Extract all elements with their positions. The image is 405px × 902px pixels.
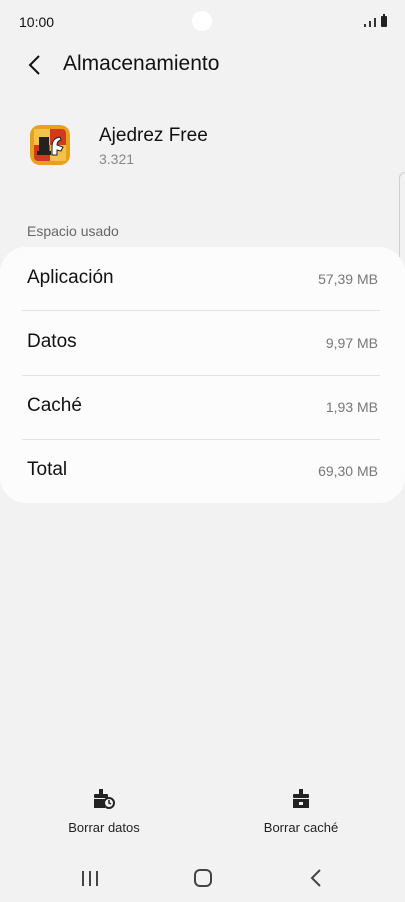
row-label: Total: [27, 459, 68, 480]
clear-cache-icon: [293, 789, 309, 808]
app-name: Ajedrez Free: [99, 125, 208, 146]
storage-row-cache: Caché 1,93 MB: [0, 375, 405, 439]
row-label: Caché: [27, 395, 82, 416]
signal-bar-icon: [369, 21, 371, 27]
storage-card: Aplicación 57,39 MB Datos 9,97 MB Caché …: [0, 247, 405, 503]
status-bar: 10:00: [0, 0, 405, 44]
recents-button[interactable]: [70, 864, 110, 892]
app-bar: Almacenamiento: [0, 46, 405, 86]
status-icons: [364, 14, 387, 27]
battery-icon: [381, 14, 387, 27]
storage-row-total: Total 69,30 MB: [0, 439, 405, 503]
clear-data-button[interactable]: Borrar datos: [44, 788, 164, 840]
clear-data-label: Borrar datos: [68, 820, 140, 835]
app-version: 3.321: [99, 151, 135, 167]
storage-row-data: Datos 9,97 MB: [0, 311, 405, 375]
row-value: 57,39 MB: [318, 271, 378, 287]
row-label: Datos: [27, 331, 77, 352]
chevron-left-icon: [28, 55, 40, 75]
back-icon: [310, 869, 321, 887]
row-value: 1,93 MB: [325, 399, 378, 415]
clear-cache-label: Borrar caché: [263, 820, 339, 835]
signal-bar-icon: [364, 24, 366, 27]
row-value: 69,30 MB: [318, 463, 378, 479]
storage-screen: 10:00 Almacenamiento Ajedrez Free 3.321 …: [0, 0, 405, 902]
front-camera: [192, 11, 212, 31]
page-title: Almacenamiento: [63, 52, 220, 75]
navigation-bar: [0, 858, 405, 896]
row-value: 9,97 MB: [325, 335, 378, 351]
section-label: Espacio usado: [27, 223, 119, 239]
chess-app-icon: [30, 125, 70, 165]
recents-icon: [82, 871, 98, 886]
storage-row-application: Aplicación 57,39 MB: [0, 247, 405, 311]
clear-data-icon: [94, 789, 115, 809]
back-button[interactable]: [22, 52, 48, 78]
signal-bar-icon: [374, 18, 376, 27]
status-time: 10:00: [19, 14, 55, 30]
clear-cache-button[interactable]: Borrar caché: [241, 788, 361, 840]
home-button[interactable]: [183, 864, 223, 892]
row-label: Aplicación: [27, 267, 114, 288]
app-info: Ajedrez Free 3.321: [0, 118, 405, 178]
home-icon: [194, 869, 212, 887]
nav-back-button[interactable]: [296, 864, 336, 892]
